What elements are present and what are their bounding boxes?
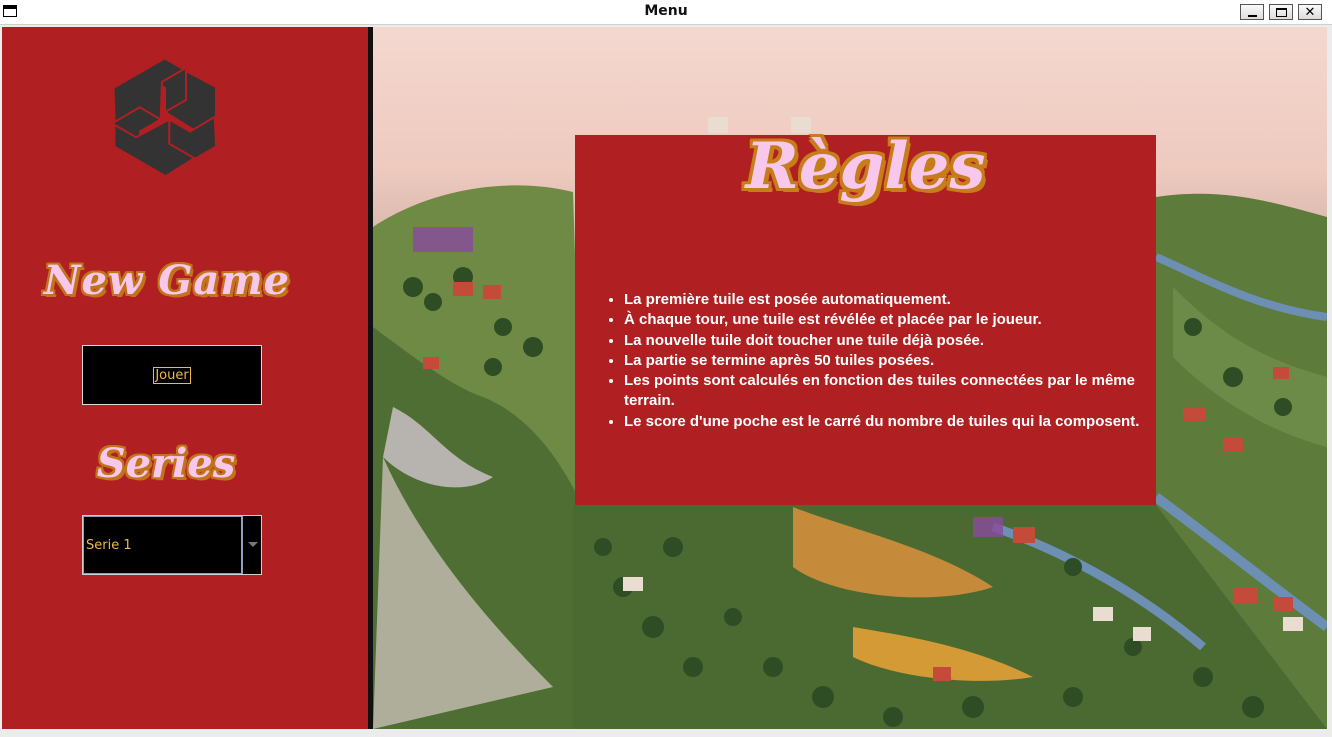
series-select-value[interactable]: Serie 1 [83,516,243,574]
maximize-button[interactable] [1269,4,1293,20]
rule-item: Les points sont calculés en fonction des… [624,371,1164,412]
rules-title: Règles [745,129,986,204]
close-icon: ✕ [1304,4,1316,20]
series-title: Series [96,440,236,487]
rule-item: Le score d'une poche est le carré du nom… [624,412,1164,432]
series-select[interactable]: Serie 1 [82,515,262,575]
chevron-down-icon[interactable] [248,542,258,547]
minimize-icon [1247,14,1257,17]
rule-item: La partie se termine après 50 tuiles pos… [624,351,1164,371]
maximize-icon [1275,7,1287,17]
minimize-button[interactable] [1240,4,1264,20]
window-titlebar[interactable]: Menu ✕ [0,0,1332,25]
hexagonal-spiral-logo-icon [112,56,218,178]
menu-sidebar: New Game Jouer Series Serie 1 [2,27,368,729]
new-game-title: New Game [43,257,291,304]
background-landscape-image: Règles La première tuile est posée autom… [373,27,1327,729]
rule-item: À chaque tour, une tuile est révélée et … [624,310,1164,330]
close-button[interactable]: ✕ [1298,4,1322,20]
rules-list: La première tuile est posée automatiquem… [604,290,1164,432]
rule-item: La première tuile est posée automatiquem… [624,290,1164,310]
rule-item: La nouvelle tuile doit toucher une tuile… [624,331,1164,351]
window-title: Menu [644,3,688,19]
play-button[interactable]: Jouer [82,345,262,405]
play-button-label: Jouer [153,366,191,384]
main-window: New Game Jouer Series Serie 1 Règles • L… [2,27,1327,729]
rules-panel: Règles La première tuile est posée autom… [575,129,1156,505]
